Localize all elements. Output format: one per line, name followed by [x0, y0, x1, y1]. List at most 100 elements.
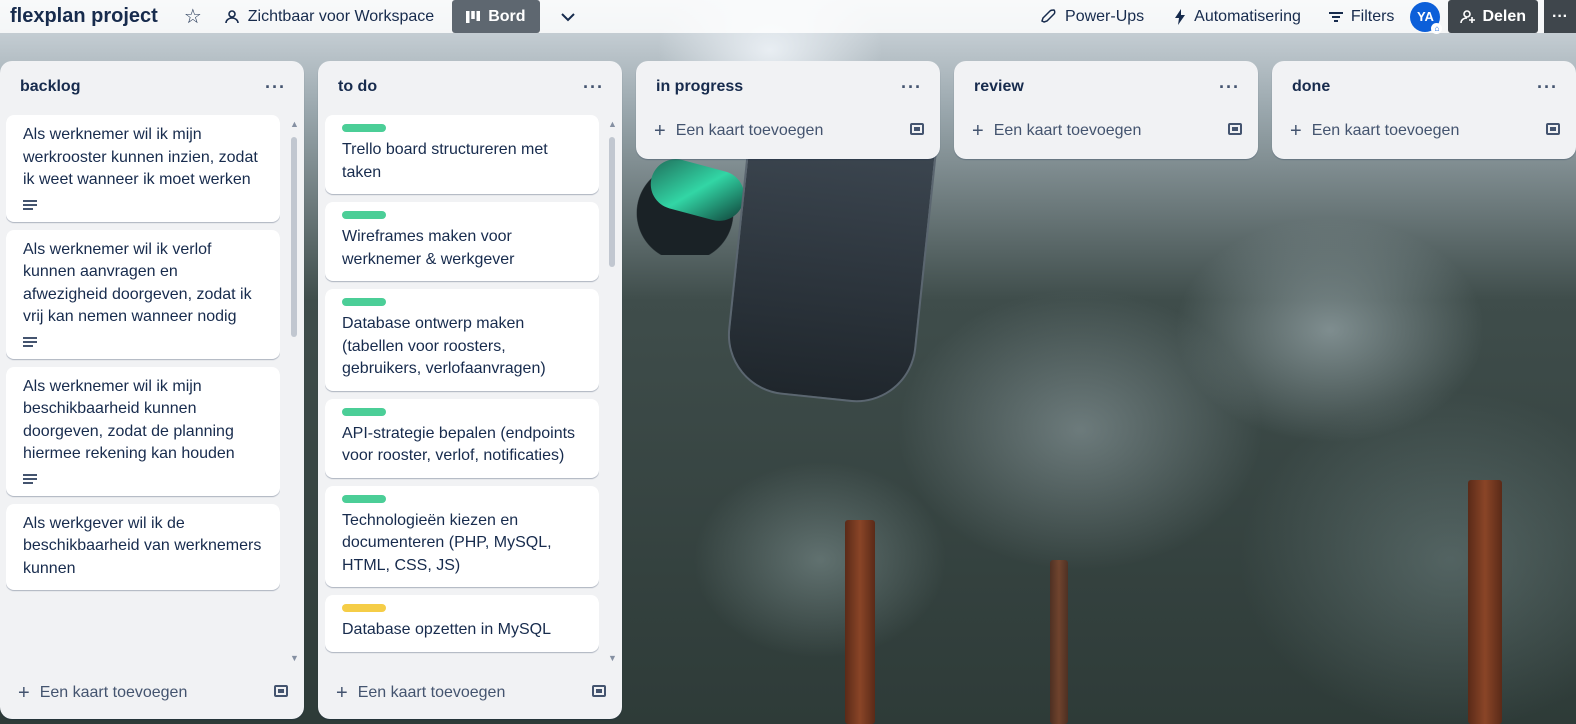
description-icon	[23, 199, 37, 210]
list-menu-button[interactable]: ···	[901, 77, 922, 98]
card-title: Als werknemer wil ik verlof kunnen aanvr…	[23, 240, 252, 326]
list-review: review ··· + Een kaart toevoegen	[954, 61, 1258, 159]
scrollbar[interactable]: ▲ ▼	[608, 119, 617, 663]
board-icon	[466, 10, 481, 23]
add-card-button[interactable]: + Een kaart toevoegen	[324, 673, 616, 713]
card-label-green	[342, 407, 386, 416]
scroll-down-icon: ▼	[290, 653, 299, 663]
card[interactable]: Database ontwerp maken (tabellen voor ro…	[325, 289, 599, 391]
add-card-button[interactable]: + Een kaart toevoegen	[1278, 111, 1570, 151]
add-card-button[interactable]: + Een kaart toevoegen	[6, 673, 298, 713]
plus-icon: +	[1290, 119, 1302, 142]
card-title: Technologieën kiezen en documenteren (PH…	[342, 511, 552, 574]
add-card-button[interactable]: + Een kaart toevoegen	[960, 111, 1252, 151]
list-menu-button[interactable]: ···	[1219, 77, 1240, 98]
share-button[interactable]: Delen	[1448, 0, 1539, 33]
create-from-template-icon[interactable]	[1228, 123, 1242, 135]
list-title[interactable]: review	[974, 78, 1024, 96]
card-label-green	[342, 298, 386, 306]
people-icon	[224, 9, 239, 23]
powerups-label: Power-Ups	[1065, 7, 1145, 25]
description-icon	[23, 473, 37, 484]
add-card-label: Een kaart toevoegen	[357, 684, 506, 701]
card-title: Database ontwerp maken (tabellen voor ro…	[342, 315, 546, 377]
card-list: Als werknemer wil ik mijn werkrooster ku…	[6, 115, 280, 667]
scroll-up-icon: ▲	[608, 119, 617, 129]
card-label-green	[342, 124, 386, 132]
add-card-label: Een kaart toevoegen	[39, 684, 188, 701]
card-title: Database opzetten in MySQL	[342, 621, 552, 638]
description-icon	[23, 336, 37, 347]
create-from-template-icon[interactable]	[274, 685, 288, 697]
plus-icon: +	[18, 681, 30, 704]
list-title[interactable]: to do	[338, 78, 377, 96]
board-title[interactable]: flexplan project	[10, 5, 158, 28]
automation-button[interactable]: Automatisering	[1166, 0, 1309, 33]
card-list: Trello board structureren met taken Wire…	[325, 115, 599, 667]
more-icon: ···	[1552, 7, 1568, 25]
add-card-label: Een kaart toevoegen	[993, 122, 1142, 139]
card[interactable]: Technologieën kiezen en documenteren (PH…	[325, 485, 599, 587]
star-board-button[interactable]: ☆	[174, 0, 212, 33]
list-menu-button[interactable]: ···	[1537, 77, 1558, 98]
list-title[interactable]: backlog	[20, 78, 80, 96]
create-from-template-icon[interactable]	[910, 123, 924, 135]
list-to-do: to do ··· Trello board structureren met …	[318, 61, 622, 719]
card-title: Als werknemer wil ik mijn werkrooster ku…	[23, 126, 258, 188]
share-label: Delen	[1482, 7, 1527, 25]
card[interactable]: API-strategie bepalen (endpoints voor ro…	[325, 398, 599, 478]
list-menu-button[interactable]: ···	[265, 77, 286, 98]
lightning-icon	[1175, 8, 1186, 25]
admin-badge-icon: ⌂	[1431, 22, 1443, 34]
plus-icon: +	[336, 681, 348, 704]
card[interactable]: Als werknemer wil ik verlof kunnen aanvr…	[6, 229, 280, 359]
card-title: Als werknemer wil ik mijn beschikbaarhei…	[23, 377, 235, 463]
view-switcher-button[interactable]	[546, 0, 590, 33]
add-person-icon	[1460, 9, 1476, 23]
card-title: Wireframes maken voor werknemer & werkge…	[342, 228, 515, 268]
card[interactable]: Als werkgever wil ik de beschikbaarheid …	[6, 503, 280, 590]
card-title: Trello board structureren met taken	[342, 141, 548, 181]
chevron-down-icon	[560, 12, 575, 21]
more-icon: ···	[1219, 76, 1240, 97]
card-title: API-strategie bepalen (endpoints voor ro…	[342, 424, 576, 465]
list-in-progress: in progress ··· + Een kaart toevoegen	[636, 61, 940, 159]
rocket-icon	[1041, 8, 1056, 23]
board-view-button[interactable]: Bord	[452, 0, 540, 33]
more-icon: ···	[583, 76, 604, 97]
card[interactable]: Trello board structureren met taken	[325, 115, 599, 194]
list-title[interactable]: in progress	[656, 78, 743, 96]
avatar[interactable]: YA ⌂	[1410, 1, 1443, 34]
create-from-template-icon[interactable]	[592, 685, 606, 697]
card-label-green	[342, 494, 386, 503]
more-icon: ···	[901, 76, 922, 97]
add-card-label: Een kaart toevoegen	[1311, 122, 1460, 139]
visibility-button[interactable]: Zichtbaar voor Workspace	[216, 0, 442, 33]
more-icon: ···	[265, 76, 286, 97]
add-card-label: Een kaart toevoegen	[675, 122, 824, 139]
card[interactable]: Als werknemer wil ik mijn werkrooster ku…	[6, 115, 280, 222]
list-menu-button[interactable]: ···	[583, 77, 604, 98]
scroll-up-icon: ▲	[290, 119, 299, 129]
create-from-template-icon[interactable]	[1546, 123, 1560, 135]
plus-icon: +	[972, 119, 984, 142]
visibility-label: Zichtbaar voor Workspace	[247, 7, 435, 25]
card[interactable]: Database opzetten in MySQL	[325, 595, 599, 652]
card-label-green	[342, 211, 386, 219]
powerups-button[interactable]: Power-Ups	[1033, 0, 1152, 33]
automation-label: Automatisering	[1194, 7, 1301, 25]
card-label-yellow	[342, 604, 386, 612]
more-icon: ···	[1537, 76, 1558, 97]
card[interactable]: Als werknemer wil ik mijn beschikbaarhei…	[6, 366, 280, 496]
list-title[interactable]: done	[1292, 78, 1330, 96]
board-menu-button[interactable]: ···	[1544, 0, 1576, 33]
scroll-down-icon: ▼	[608, 653, 617, 663]
scrollbar[interactable]: ▲ ▼	[290, 119, 299, 663]
list-backlog: backlog ··· Als werknemer wil ik mijn we…	[0, 61, 304, 719]
card[interactable]: Wireframes maken voor werknemer & werkge…	[325, 202, 599, 281]
add-card-button[interactable]: + Een kaart toevoegen	[642, 111, 934, 151]
star-icon: ☆	[183, 6, 202, 28]
board-header: flexplan project ☆ Zichtbaar voor Worksp…	[0, 0, 1576, 34]
filters-button[interactable]: Filters	[1321, 0, 1403, 33]
filters-label: Filters	[1350, 7, 1395, 25]
